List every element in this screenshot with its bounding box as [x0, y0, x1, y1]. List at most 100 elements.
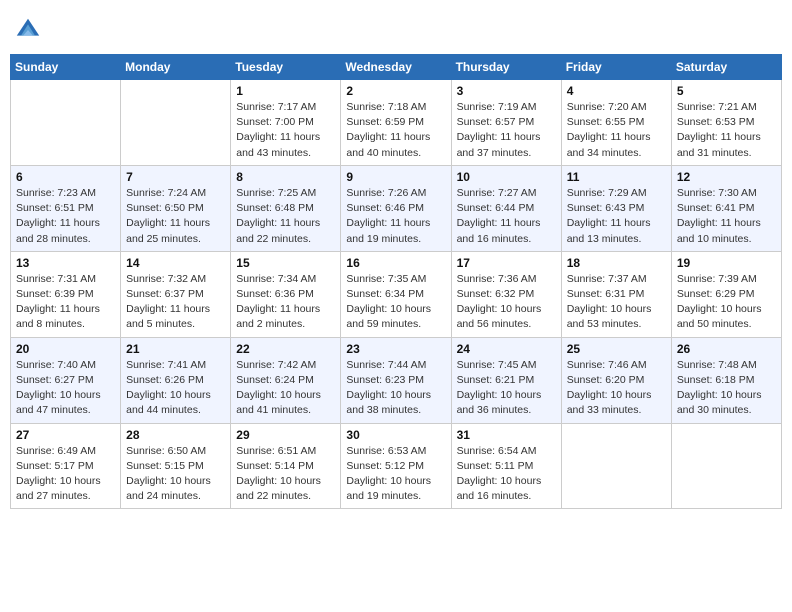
day-info: Sunrise: 7:23 AM Sunset: 6:51 PM Dayligh… [16, 186, 115, 247]
calendar-cell: 29 Sunrise: 6:51 AM Sunset: 5:14 PM Dayli… [231, 423, 341, 509]
day-number: 2 [346, 84, 445, 98]
day-info: Sunrise: 7:17 AM Sunset: 7:00 PM Dayligh… [236, 100, 335, 161]
day-info: Sunrise: 7:29 AM Sunset: 6:43 PM Dayligh… [567, 186, 666, 247]
day-info: Sunrise: 7:25 AM Sunset: 6:48 PM Dayligh… [236, 186, 335, 247]
day-number: 6 [16, 170, 115, 184]
day-info: Sunrise: 7:30 AM Sunset: 6:41 PM Dayligh… [677, 186, 776, 247]
calendar-cell: 31 Sunrise: 6:54 AM Sunset: 5:11 PM Dayli… [451, 423, 561, 509]
day-info: Sunrise: 7:41 AM Sunset: 6:26 PM Dayligh… [126, 358, 225, 419]
day-number: 24 [457, 342, 556, 356]
day-number: 27 [16, 428, 115, 442]
day-number: 8 [236, 170, 335, 184]
day-number: 18 [567, 256, 666, 270]
weekday-header-saturday: Saturday [671, 55, 781, 80]
day-number: 17 [457, 256, 556, 270]
weekday-header-friday: Friday [561, 55, 671, 80]
calendar-cell: 15 Sunrise: 7:34 AM Sunset: 6:36 PM Dayli… [231, 251, 341, 337]
day-info: Sunrise: 6:53 AM Sunset: 5:12 PM Dayligh… [346, 444, 445, 505]
day-number: 3 [457, 84, 556, 98]
day-number: 30 [346, 428, 445, 442]
calendar-cell: 17 Sunrise: 7:36 AM Sunset: 6:32 PM Dayli… [451, 251, 561, 337]
calendar-cell: 2 Sunrise: 7:18 AM Sunset: 6:59 PM Daylig… [341, 80, 451, 166]
calendar-cell [121, 80, 231, 166]
calendar-cell: 28 Sunrise: 6:50 AM Sunset: 5:15 PM Dayli… [121, 423, 231, 509]
day-info: Sunrise: 6:50 AM Sunset: 5:15 PM Dayligh… [126, 444, 225, 505]
calendar-cell: 27Sunrise: 6:49 AM Sunset: 5:17 PM Dayli… [11, 423, 121, 509]
day-number: 9 [346, 170, 445, 184]
day-number: 19 [677, 256, 776, 270]
day-number: 22 [236, 342, 335, 356]
calendar-cell: 10 Sunrise: 7:27 AM Sunset: 6:44 PM Dayli… [451, 165, 561, 251]
calendar-cell: 18 Sunrise: 7:37 AM Sunset: 6:31 PM Dayli… [561, 251, 671, 337]
calendar-cell: 14Sunrise: 7:32 AM Sunset: 6:37 PM Dayli… [121, 251, 231, 337]
day-number: 11 [567, 170, 666, 184]
day-number: 13 [16, 256, 115, 270]
day-info: Sunrise: 7:35 AM Sunset: 6:34 PM Dayligh… [346, 272, 445, 333]
day-info: Sunrise: 7:37 AM Sunset: 6:31 PM Dayligh… [567, 272, 666, 333]
day-number: 4 [567, 84, 666, 98]
day-info: Sunrise: 7:31 AM Sunset: 6:39 PM Dayligh… [16, 272, 115, 333]
calendar-cell: 23 Sunrise: 7:44 AM Sunset: 6:23 PM Dayli… [341, 337, 451, 423]
calendar-cell: 5 Sunrise: 7:21 AM Sunset: 6:53 PM Daylig… [671, 80, 781, 166]
weekday-header-row: SundayMondayTuesdayWednesdayThursdayFrid… [11, 55, 782, 80]
calendar-cell: 4 Sunrise: 7:20 AM Sunset: 6:55 PM Daylig… [561, 80, 671, 166]
page-header [10, 10, 782, 48]
weekday-header-wednesday: Wednesday [341, 55, 451, 80]
day-info: Sunrise: 7:19 AM Sunset: 6:57 PM Dayligh… [457, 100, 556, 161]
logo [14, 16, 44, 44]
day-info: Sunrise: 7:40 AM Sunset: 6:27 PM Dayligh… [16, 358, 115, 419]
day-info: Sunrise: 7:18 AM Sunset: 6:59 PM Dayligh… [346, 100, 445, 161]
day-number: 29 [236, 428, 335, 442]
day-number: 10 [457, 170, 556, 184]
day-info: Sunrise: 7:45 AM Sunset: 6:21 PM Dayligh… [457, 358, 556, 419]
day-number: 31 [457, 428, 556, 442]
day-info: Sunrise: 7:46 AM Sunset: 6:20 PM Dayligh… [567, 358, 666, 419]
day-info: Sunrise: 7:39 AM Sunset: 6:29 PM Dayligh… [677, 272, 776, 333]
calendar-cell: 9Sunrise: 7:26 AM Sunset: 6:46 PM Daylig… [341, 165, 451, 251]
day-number: 28 [126, 428, 225, 442]
calendar-cell [561, 423, 671, 509]
day-number: 7 [126, 170, 225, 184]
day-number: 16 [346, 256, 445, 270]
calendar-week-row: 1 Sunrise: 7:17 AM Sunset: 7:00 PM Daylig… [11, 80, 782, 166]
weekday-header-monday: Monday [121, 55, 231, 80]
calendar-cell: 22 Sunrise: 7:42 AM Sunset: 6:24 PM Dayli… [231, 337, 341, 423]
day-number: 15 [236, 256, 335, 270]
logo-icon [14, 16, 42, 44]
calendar-cell: 21Sunrise: 7:41 AM Sunset: 6:26 PM Dayli… [121, 337, 231, 423]
calendar-cell: 25Sunrise: 7:46 AM Sunset: 6:20 PM Dayli… [561, 337, 671, 423]
calendar-table: SundayMondayTuesdayWednesdayThursdayFrid… [10, 54, 782, 509]
day-info: Sunrise: 7:42 AM Sunset: 6:24 PM Dayligh… [236, 358, 335, 419]
calendar-cell: 20 Sunrise: 7:40 AM Sunset: 6:27 PM Dayli… [11, 337, 121, 423]
day-info: Sunrise: 7:34 AM Sunset: 6:36 PM Dayligh… [236, 272, 335, 333]
calendar-cell: 12 Sunrise: 7:30 AM Sunset: 6:41 PM Dayli… [671, 165, 781, 251]
calendar-week-row: 27Sunrise: 6:49 AM Sunset: 5:17 PM Dayli… [11, 423, 782, 509]
day-number: 5 [677, 84, 776, 98]
day-number: 20 [16, 342, 115, 356]
calendar-cell: 8 Sunrise: 7:25 AM Sunset: 6:48 PM Daylig… [231, 165, 341, 251]
calendar-cell: 6 Sunrise: 7:23 AM Sunset: 6:51 PM Daylig… [11, 165, 121, 251]
calendar-cell: 1 Sunrise: 7:17 AM Sunset: 7:00 PM Daylig… [231, 80, 341, 166]
day-info: Sunrise: 7:44 AM Sunset: 6:23 PM Dayligh… [346, 358, 445, 419]
day-info: Sunrise: 7:36 AM Sunset: 6:32 PM Dayligh… [457, 272, 556, 333]
calendar-cell: 30 Sunrise: 6:53 AM Sunset: 5:12 PM Dayli… [341, 423, 451, 509]
day-info: Sunrise: 7:20 AM Sunset: 6:55 PM Dayligh… [567, 100, 666, 161]
weekday-header-thursday: Thursday [451, 55, 561, 80]
calendar-cell [11, 80, 121, 166]
weekday-header-tuesday: Tuesday [231, 55, 341, 80]
day-info: Sunrise: 6:51 AM Sunset: 5:14 PM Dayligh… [236, 444, 335, 505]
calendar-week-row: 20 Sunrise: 7:40 AM Sunset: 6:27 PM Dayli… [11, 337, 782, 423]
calendar-cell: 13 Sunrise: 7:31 AM Sunset: 6:39 PM Dayli… [11, 251, 121, 337]
day-info: Sunrise: 7:24 AM Sunset: 6:50 PM Dayligh… [126, 186, 225, 247]
calendar-cell: 24 Sunrise: 7:45 AM Sunset: 6:21 PM Dayli… [451, 337, 561, 423]
day-info: Sunrise: 6:54 AM Sunset: 5:11 PM Dayligh… [457, 444, 556, 505]
calendar-cell: 19 Sunrise: 7:39 AM Sunset: 6:29 PM Dayli… [671, 251, 781, 337]
day-info: Sunrise: 7:48 AM Sunset: 6:18 PM Dayligh… [677, 358, 776, 419]
calendar-cell: 26Sunrise: 7:48 AM Sunset: 6:18 PM Dayli… [671, 337, 781, 423]
day-number: 12 [677, 170, 776, 184]
day-number: 23 [346, 342, 445, 356]
day-info: Sunrise: 7:32 AM Sunset: 6:37 PM Dayligh… [126, 272, 225, 333]
day-info: Sunrise: 7:21 AM Sunset: 6:53 PM Dayligh… [677, 100, 776, 161]
day-info: Sunrise: 7:27 AM Sunset: 6:44 PM Dayligh… [457, 186, 556, 247]
day-number: 1 [236, 84, 335, 98]
